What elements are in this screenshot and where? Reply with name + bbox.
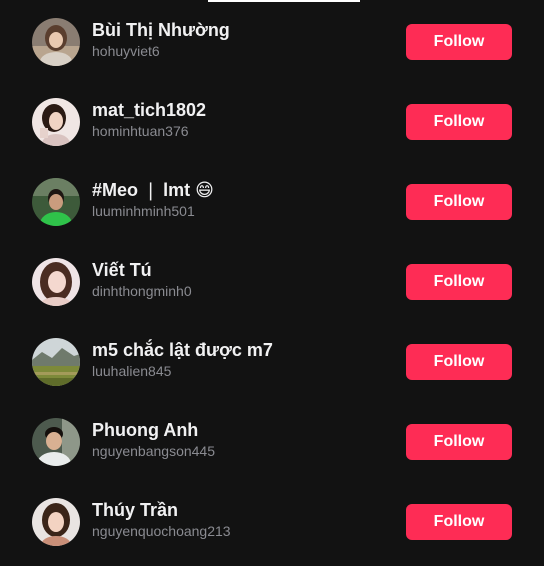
display-name[interactable]: #Meo ❘ lmt 😄 <box>92 179 392 201</box>
display-name[interactable]: m5 chắc lật được m7 <box>92 339 392 361</box>
user-avatar[interactable] <box>32 498 80 546</box>
display-name[interactable]: Thúy Trần <box>92 499 392 521</box>
display-name[interactable]: Bùi Thị Nhường <box>92 19 392 41</box>
user-avatar[interactable] <box>32 178 80 226</box>
username: nguyenquochoang213 <box>92 523 231 539</box>
follow-button[interactable]: Follow <box>406 184 512 220</box>
username: hominhtuan376 <box>92 123 189 139</box>
user-avatar[interactable] <box>32 338 80 386</box>
display-name[interactable]: Phuong Anh <box>92 419 392 441</box>
follow-button[interactable]: Follow <box>406 344 512 380</box>
user-avatar[interactable] <box>32 98 80 146</box>
user-avatar[interactable] <box>32 18 80 66</box>
username: luuminhminh501 <box>92 203 195 219</box>
display-name[interactable]: mat_tich1802 <box>92 99 392 121</box>
account-row[interactable]: Viết Tú dinhthongminh0 Follow <box>0 240 544 320</box>
display-name[interactable]: Viết Tú <box>92 259 392 281</box>
username: dinhthongminh0 <box>92 283 192 299</box>
suggested-accounts-list: Bùi Thị Nhường hohuyviet6 Follow mat_tic… <box>0 0 544 560</box>
user-avatar[interactable] <box>32 418 80 466</box>
username: hohuyviet6 <box>92 43 160 59</box>
follow-button[interactable]: Follow <box>406 104 512 140</box>
account-row[interactable]: #Meo ❘ lmt 😄 luuminhminh501 Follow <box>0 160 544 240</box>
account-row[interactable]: Bùi Thị Nhường hohuyviet6 Follow <box>0 0 544 80</box>
follow-button[interactable]: Follow <box>406 264 512 300</box>
account-row[interactable]: Thúy Trần nguyenquochoang213 Follow <box>0 480 544 560</box>
account-row[interactable]: m5 chắc lật được m7 luuhalien845 Follow <box>0 320 544 400</box>
username: luuhalien845 <box>92 363 172 379</box>
user-avatar[interactable] <box>32 258 80 306</box>
follow-button[interactable]: Follow <box>406 24 512 60</box>
follow-button[interactable]: Follow <box>406 504 512 540</box>
account-row[interactable]: mat_tich1802 hominhtuan376 Follow <box>0 80 544 160</box>
follow-button[interactable]: Follow <box>406 424 512 460</box>
account-row[interactable]: Phuong Anh nguyenbangson445 Follow <box>0 400 544 480</box>
username: nguyenbangson445 <box>92 443 216 459</box>
